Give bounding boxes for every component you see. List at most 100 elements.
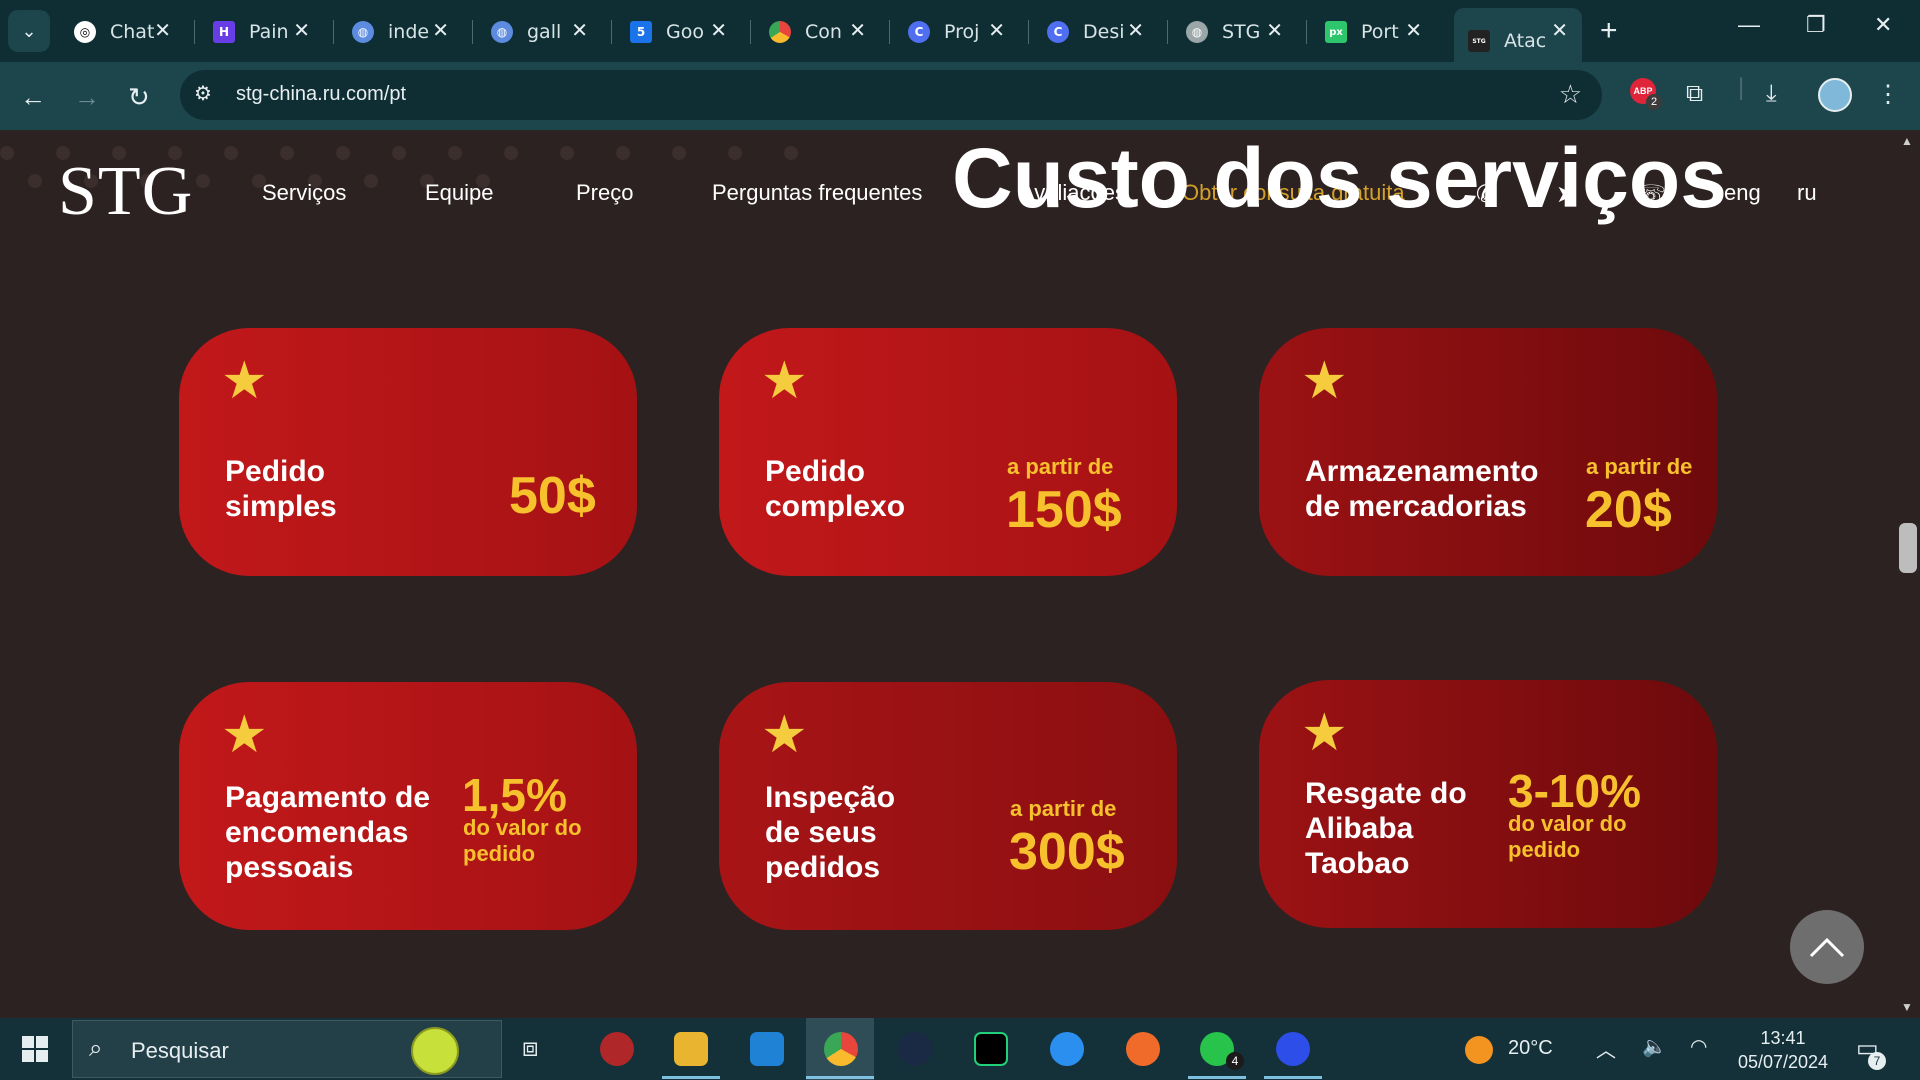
clock-date: 05/07/2024 xyxy=(1737,1052,1829,1072)
file-explorer-icon[interactable] xyxy=(674,1032,708,1066)
card-price-prefix: a partir de xyxy=(1007,454,1114,479)
weather-temp[interactable]: 20°C xyxy=(1508,1037,1553,1060)
vscode-icon[interactable] xyxy=(750,1032,784,1066)
card-title-line: de mercadorias xyxy=(1305,490,1527,523)
wifi-icon[interactable]: ◠ xyxy=(1690,1034,1707,1059)
lang-ru[interactable]: ru xyxy=(1797,180,1817,206)
new-tab-button[interactable]: + xyxy=(1600,14,1618,48)
tab-canva-design[interactable]: C Desi ✕ xyxy=(1033,14,1158,50)
scroll-down-arrow-icon[interactable]: ▼ xyxy=(1901,1000,1913,1014)
card-title-line: encomendas xyxy=(225,816,409,849)
taskbar-search-box[interactable]: ⌕ Pesquisar xyxy=(72,1020,502,1078)
close-icon[interactable]: ✕ xyxy=(571,18,588,42)
close-icon[interactable]: ✕ xyxy=(710,18,727,42)
close-icon[interactable]: ✕ xyxy=(293,18,310,42)
card-title-line: Pagamento de xyxy=(225,781,431,814)
tab-search-button[interactable]: ⌄ xyxy=(8,10,50,52)
app-blue-icon[interactable] xyxy=(1050,1032,1084,1066)
card-price-suffix: do valor do xyxy=(463,815,582,840)
profile-avatar[interactable] xyxy=(1818,78,1852,112)
page-scrollbar[interactable] xyxy=(1896,130,1920,1018)
price-card-armazenamento: ★ Armazenamento de mercadorias a partir … xyxy=(1259,328,1717,576)
page-content: STG Serviços Equipe Preço Perguntas freq… xyxy=(0,130,1896,1018)
star-icon: ★ xyxy=(1301,704,1348,762)
clock[interactable]: 13:41 05/07/2024 xyxy=(1728,1026,1838,1074)
task-view-icon[interactable]: ⧈ xyxy=(522,1032,556,1066)
close-icon[interactable]: ✕ xyxy=(849,18,866,42)
tab-title: Atac xyxy=(1504,30,1547,52)
volume-icon[interactable]: 🔈 xyxy=(1642,1034,1667,1059)
weather-sun-icon[interactable] xyxy=(1465,1036,1493,1064)
bookmark-star-icon[interactable]: ☆ xyxy=(1559,79,1582,110)
tab-gallery[interactable]: ◍ gall ✕ xyxy=(477,14,602,50)
app-orange-icon[interactable] xyxy=(1126,1032,1160,1066)
tab-strip: ⌄ ◎ Chat ✕ H Pain ✕ ◍ inde ✕ ◍ gall ✕ 5 … xyxy=(0,0,1920,62)
tab-canva-project[interactable]: C Proj ✕ xyxy=(894,14,1019,50)
close-icon[interactable]: ✕ xyxy=(154,18,171,42)
tab-index[interactable]: ◍ inde ✕ xyxy=(338,14,463,50)
reload-icon[interactable]: ↻ xyxy=(128,82,150,113)
card-price-suffix: pedido xyxy=(463,841,536,866)
minimize-icon[interactable]: — xyxy=(1738,12,1760,38)
chrome-icon[interactable] xyxy=(824,1032,858,1066)
tab-google-calendar[interactable]: 5 Goo ✕ xyxy=(616,14,741,50)
tab-pixabay[interactable]: px Port ✕ xyxy=(1311,14,1436,50)
chevron-up-icon xyxy=(1809,937,1845,958)
search-icon: ⌕ xyxy=(89,1035,103,1062)
close-icon[interactable]: ✕ xyxy=(1266,18,1283,42)
browser-toolbar: ← → ↻ ⚙ stg-china.ru.com/pt ☆ ABP 2 ⧉ | … xyxy=(0,62,1920,130)
tab-hostinger[interactable]: H Pain ✕ xyxy=(199,14,324,50)
close-icon[interactable]: ✕ xyxy=(1405,18,1422,42)
star-icon: ★ xyxy=(761,706,808,764)
scroll-up-arrow-icon[interactable]: ▲ xyxy=(1901,134,1913,148)
card-title-line: Taobao xyxy=(1305,847,1410,880)
close-icon[interactable]: ✕ xyxy=(988,18,1005,42)
restore-icon[interactable]: ❐ xyxy=(1806,12,1826,38)
nav-servicos[interactable]: Serviços xyxy=(262,180,346,206)
url-text[interactable]: stg-china.ru.com/pt xyxy=(236,83,406,106)
steam-icon[interactable] xyxy=(898,1032,932,1066)
app-red-icon[interactable] xyxy=(600,1032,634,1066)
close-icon[interactable]: ✕ xyxy=(1127,18,1144,42)
site-info-icon[interactable]: ⚙ xyxy=(194,81,212,106)
extensions-puzzle-icon[interactable]: ⧉ xyxy=(1686,80,1703,108)
card-title-line: Resgate do xyxy=(1305,777,1467,810)
forward-icon[interactable]: → xyxy=(74,82,100,113)
tab-title: Goo xyxy=(666,21,704,43)
close-window-icon[interactable]: ✕ xyxy=(1874,12,1892,38)
close-icon[interactable]: ✕ xyxy=(1551,18,1568,42)
scroll-to-top-button[interactable] xyxy=(1790,910,1864,984)
price-card-pedido-complexo: ★ Pedido complexo a partir de 150$ xyxy=(719,328,1177,576)
app-snowflake-icon[interactable] xyxy=(1276,1032,1310,1066)
tab-chatgpt[interactable]: ◎ Chat ✕ xyxy=(60,14,185,50)
star-icon: ★ xyxy=(1301,352,1348,410)
nav-perguntas-frequentes[interactable]: Perguntas frequentes xyxy=(712,180,922,206)
tab-con[interactable]: Con ✕ xyxy=(755,14,880,50)
windows-taskbar: ⌕ Pesquisar ⧈ 4 20°C ︿ 🔈 ◠ 13:41 05/07/2… xyxy=(0,1018,1920,1080)
download-icon[interactable]: ⤓ xyxy=(1766,80,1777,108)
card-title-line: Armazenamento xyxy=(1305,455,1539,488)
card-title-line: pedidos xyxy=(765,851,881,884)
tab-title: Desi xyxy=(1083,21,1125,43)
lang-eng[interactable]: eng xyxy=(1724,180,1761,206)
price-card-inspecao: ★ Inspeção de seus pedidos a partir de 3… xyxy=(719,682,1177,930)
tab-active-stg[interactable]: STG Atac ✕ xyxy=(1454,8,1582,62)
back-icon[interactable]: ← xyxy=(20,82,46,113)
close-icon[interactable]: ✕ xyxy=(432,18,449,42)
menu-kebab-icon[interactable]: ⋮ xyxy=(1876,80,1900,109)
tab-title: Port xyxy=(1361,21,1399,43)
windows-start-icon[interactable] xyxy=(22,1036,48,1062)
nav-equipe[interactable]: Equipe xyxy=(425,180,494,206)
tab-stg[interactable]: ◍ STG ✕ xyxy=(1172,14,1297,50)
chevron-up-icon[interactable]: ︿ xyxy=(1596,1034,1616,1063)
card-price-prefix: a partir de xyxy=(1010,796,1117,821)
canva-icon: C xyxy=(908,21,930,43)
card-title-line: pessoais xyxy=(225,851,354,884)
card-price: 300$ xyxy=(1009,823,1125,881)
address-bar[interactable]: ⚙ stg-china.ru.com/pt ☆ xyxy=(180,70,1602,120)
site-logo[interactable]: STG xyxy=(58,152,193,232)
scrollbar-thumb[interactable] xyxy=(1899,523,1917,573)
pycharm-icon[interactable] xyxy=(974,1032,1008,1066)
card-price-prefix: a partir de xyxy=(1586,454,1693,479)
nav-preco[interactable]: Preço xyxy=(576,180,633,206)
